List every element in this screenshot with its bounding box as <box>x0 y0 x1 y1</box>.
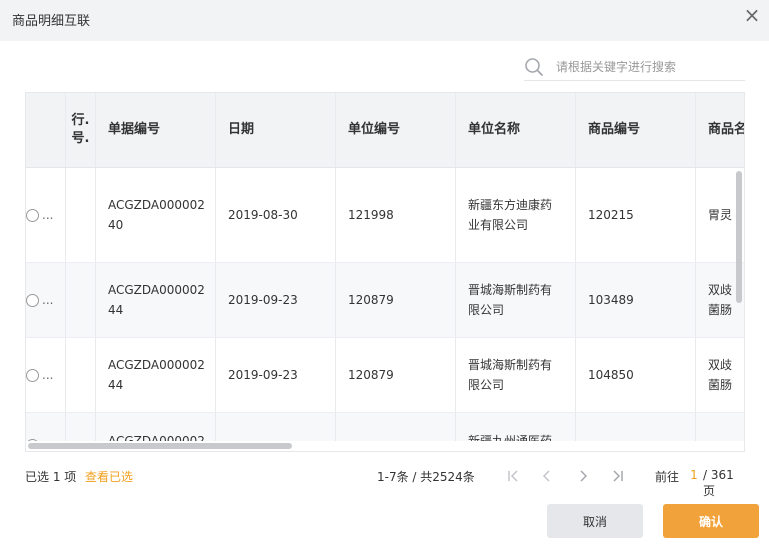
row-radio[interactable] <box>26 293 39 307</box>
row-select[interactable]: ... <box>26 263 66 337</box>
horizontal-scrollbar[interactable] <box>28 443 292 449</box>
table-header: 行. 号. 单据编号 日期 单位编号 单位名称 商品编号 商品名 <box>26 93 744 168</box>
table-row[interactable]: ... ACGZDA000002 44 2019-09-23 120879 晋城… <box>26 263 744 338</box>
current-page-input[interactable]: 1 <box>687 468 701 482</box>
unit-name-line1: 晋城海斯制药有 <box>468 358 553 372</box>
cancel-button[interactable]: 取消 <box>547 504 643 538</box>
row-doc-no: ACGZDA000002 44 <box>96 338 216 412</box>
header-unit-no: 单位编号 <box>336 93 456 167</box>
product-table: 行. 号. 单据编号 日期 单位编号 单位名称 商品编号 商品名 ... ACG… <box>25 92 745 452</box>
header-select <box>26 93 66 167</box>
row-line-no <box>66 338 96 412</box>
search-input[interactable] <box>556 57 742 77</box>
unit-name-line1: 晋城海斯制药有 <box>468 283 553 297</box>
header-goods-name: 商品名 <box>696 93 744 167</box>
row-unit-name: 晋城海斯制药有 限公司 <box>456 338 576 412</box>
row-dots: ... <box>42 208 54 222</box>
row-date: 2019-09-23 <box>216 338 336 412</box>
row-dots: ... <box>42 293 54 307</box>
header-line-no: 行. 号. <box>66 93 96 167</box>
row-goods-no: 104850 <box>576 338 696 412</box>
goods-name-line1: 胃灵 <box>708 208 733 222</box>
vertical-scrollbar[interactable] <box>736 171 742 303</box>
row-doc-no: ACGZDA000002 40 <box>96 168 216 262</box>
row-doc-no: ACGZDA000002 44 <box>96 263 216 337</box>
prev-page-icon[interactable] <box>537 466 557 486</box>
row-unit-name: 新疆东方迪康药 业有限公司 <box>456 168 576 262</box>
search-box <box>524 55 745 81</box>
doc-no-line2: 44 <box>108 303 124 317</box>
close-icon[interactable]: × <box>743 5 761 25</box>
unit-name-line2: 限公司 <box>468 303 505 317</box>
goods-name-line2: 菌肠 <box>708 303 733 317</box>
selected-count: 已选 1 项 <box>25 470 77 484</box>
doc-no-line2: 40 <box>108 218 124 232</box>
goto-label: 前往 <box>655 470 680 484</box>
next-page-icon[interactable] <box>573 466 593 486</box>
goods-name-line1: 双歧 <box>708 283 733 297</box>
header-line-no-2: 号. <box>71 131 90 146</box>
unit-name-line2: 限公司 <box>468 378 505 392</box>
header-unit-name: 单位名称 <box>456 93 576 167</box>
unit-name-line1: 新疆东方迪康药 <box>468 198 553 212</box>
doc-no-line2: 44 <box>108 378 124 392</box>
record-range: 1-7条 / 共2524条 <box>377 470 475 484</box>
view-selected-link[interactable]: 查看已选 <box>85 468 133 485</box>
row-goods-name: 双歧 菌肠 <box>696 338 744 412</box>
row-select[interactable]: ... <box>26 168 66 262</box>
header-line-no-1: 行. <box>71 113 90 128</box>
row-radio[interactable] <box>26 208 39 222</box>
search-icon[interactable] <box>524 57 544 77</box>
row-unit-name: 晋城海斯制药有 限公司 <box>456 263 576 337</box>
table-row[interactable]: ... ACGZDA000002 44 2019-09-23 120879 晋城… <box>26 338 744 413</box>
row-line-no <box>66 168 96 262</box>
product-detail-dialog: 商品明细互联 × 行. 号. 单据编号 日期 单位编号 单位名称 商品编号 商 <box>0 0 769 548</box>
dialog-titlebar: 商品明细互联 × <box>0 0 769 41</box>
first-page-icon[interactable] <box>503 466 523 486</box>
doc-no-line1: ACGZDA000002 <box>108 198 205 212</box>
row-dots: ... <box>42 368 54 382</box>
header-doc-no: 单据编号 <box>96 93 216 167</box>
row-date: 2019-08-30 <box>216 168 336 262</box>
row-goods-no: 103489 <box>576 263 696 337</box>
row-line-no <box>66 263 96 337</box>
row-select[interactable]: ... <box>26 338 66 412</box>
row-goods-no: 120215 <box>576 168 696 262</box>
last-page-icon[interactable] <box>608 466 628 486</box>
goods-name-line1: 双歧 <box>708 358 733 372</box>
doc-no-line1: ACGZDA000002 <box>108 358 205 372</box>
doc-no-line1: ACGZDA000002 <box>108 283 205 297</box>
row-unit-no: 121998 <box>336 168 456 262</box>
dialog-title: 商品明细互联 <box>12 14 91 29</box>
table-footer: 已选 1 项 查看已选 1-7条 / 共2524条 前往 1 / 361页 <box>25 466 745 498</box>
unit-name-line2: 业有限公司 <box>468 218 529 232</box>
row-date: 2019-09-23 <box>216 263 336 337</box>
header-date: 日期 <box>216 93 336 167</box>
row-unit-no: 120879 <box>336 263 456 337</box>
header-goods-no: 商品编号 <box>576 93 696 167</box>
confirm-button[interactable]: 确认 <box>663 504 759 538</box>
row-radio[interactable] <box>26 368 39 382</box>
table-row[interactable]: ... ACGZDA000002 40 2019-08-30 121998 新疆… <box>26 168 744 263</box>
total-pages: / 361页 <box>703 468 734 498</box>
goods-name-line2: 菌肠 <box>708 378 733 392</box>
row-unit-no: 120879 <box>336 338 456 412</box>
